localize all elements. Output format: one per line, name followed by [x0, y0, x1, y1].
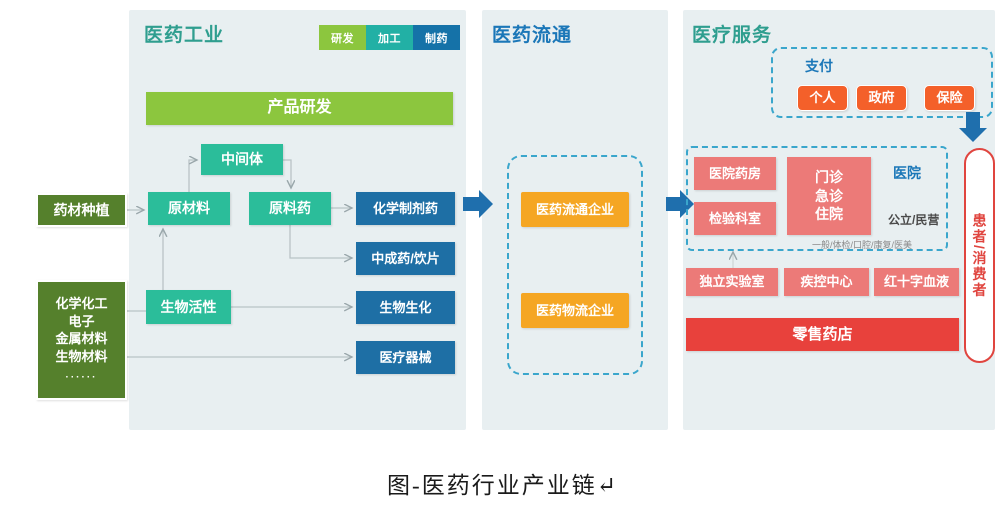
box-independent-lab[interactable]: 独立实验室: [686, 268, 778, 296]
material-line-electronics: 电子: [68, 313, 95, 329]
section-title-circulation: 医药流通: [492, 25, 573, 46]
label-hospital-subtypes: 一般/体检/口腔/康复/医美: [812, 240, 913, 250]
box-hospital-departments[interactable]: 门诊 急诊 住院: [787, 157, 871, 235]
department-emergency: 急诊: [815, 187, 843, 204]
arrow-payment-to-patient: [959, 112, 987, 142]
box-hospital-lab[interactable]: 检验科室: [694, 202, 776, 235]
material-line-bio: 生物材料: [55, 348, 108, 364]
dashed-group-circulation: [507, 155, 643, 375]
department-outpatient: 门诊: [815, 168, 843, 185]
arrow-circulation-to-service: [666, 190, 694, 218]
box-bioactive[interactable]: 生物活性: [146, 290, 231, 324]
box-payer-insurance[interactable]: 保险: [924, 85, 975, 111]
box-patient-consumer[interactable]: 患者/消费者: [964, 148, 995, 363]
legend-tag-processing[interactable]: 加工: [366, 25, 413, 50]
material-line-more: ······: [65, 372, 98, 384]
box-payer-personal[interactable]: 个人: [797, 85, 848, 111]
box-cdc[interactable]: 疾控中心: [784, 268, 869, 296]
box-intermediate[interactable]: 中间体: [201, 144, 283, 175]
box-chemical-preparation[interactable]: 化学制剂药: [356, 192, 455, 225]
box-logistics-company[interactable]: 医药物流企业: [521, 293, 629, 328]
legend-tag-manufacturing[interactable]: 制药: [413, 25, 460, 50]
label-hospital: 医院: [893, 165, 921, 181]
box-medical-device[interactable]: 医疗器械: [356, 341, 455, 374]
diagram-canvas: 医药工业 医药流通 医疗服务 研发 加工 制药 药材种植 化学化工 电子 金属材…: [0, 0, 1005, 512]
box-payer-government[interactable]: 政府: [856, 85, 907, 111]
box-api[interactable]: 原料药: [249, 192, 331, 225]
box-product-rd[interactable]: 产品研发: [146, 92, 453, 125]
box-hospital-pharmacy[interactable]: 医院药房: [694, 157, 776, 190]
label-hospital-ownership: 公立/民营: [888, 213, 940, 227]
department-inpatient: 住院: [815, 206, 843, 223]
box-biochemical[interactable]: 生物生化: [356, 291, 455, 324]
arrow-industry-to-circulation: [463, 190, 493, 218]
box-red-cross-blood[interactable]: 红十字血液: [874, 268, 959, 296]
material-line-metal: 金属材料: [55, 331, 108, 347]
legend-tag-rd[interactable]: 研发: [319, 25, 366, 50]
section-title-industry: 医药工业: [144, 25, 225, 46]
box-distribution-company[interactable]: 医药流通企业: [521, 192, 629, 227]
box-herb-farming[interactable]: 药材种植: [36, 193, 127, 227]
box-retail-pharmacy[interactable]: 零售药店: [686, 318, 959, 351]
box-tcm-decoction[interactable]: 中成药/饮片: [356, 242, 455, 275]
box-upstream-materials[interactable]: 化学化工 电子 金属材料 生物材料 ······: [36, 280, 127, 400]
section-title-service: 医疗服务: [692, 25, 773, 46]
material-line-chemical: 化学化工: [55, 296, 108, 312]
box-raw-material[interactable]: 原材料: [148, 192, 230, 225]
figure-caption: 图-医药行业产业链↵: [387, 473, 618, 498]
legend: 研发 加工 制药: [319, 25, 460, 50]
label-payment: 支付: [805, 58, 833, 74]
